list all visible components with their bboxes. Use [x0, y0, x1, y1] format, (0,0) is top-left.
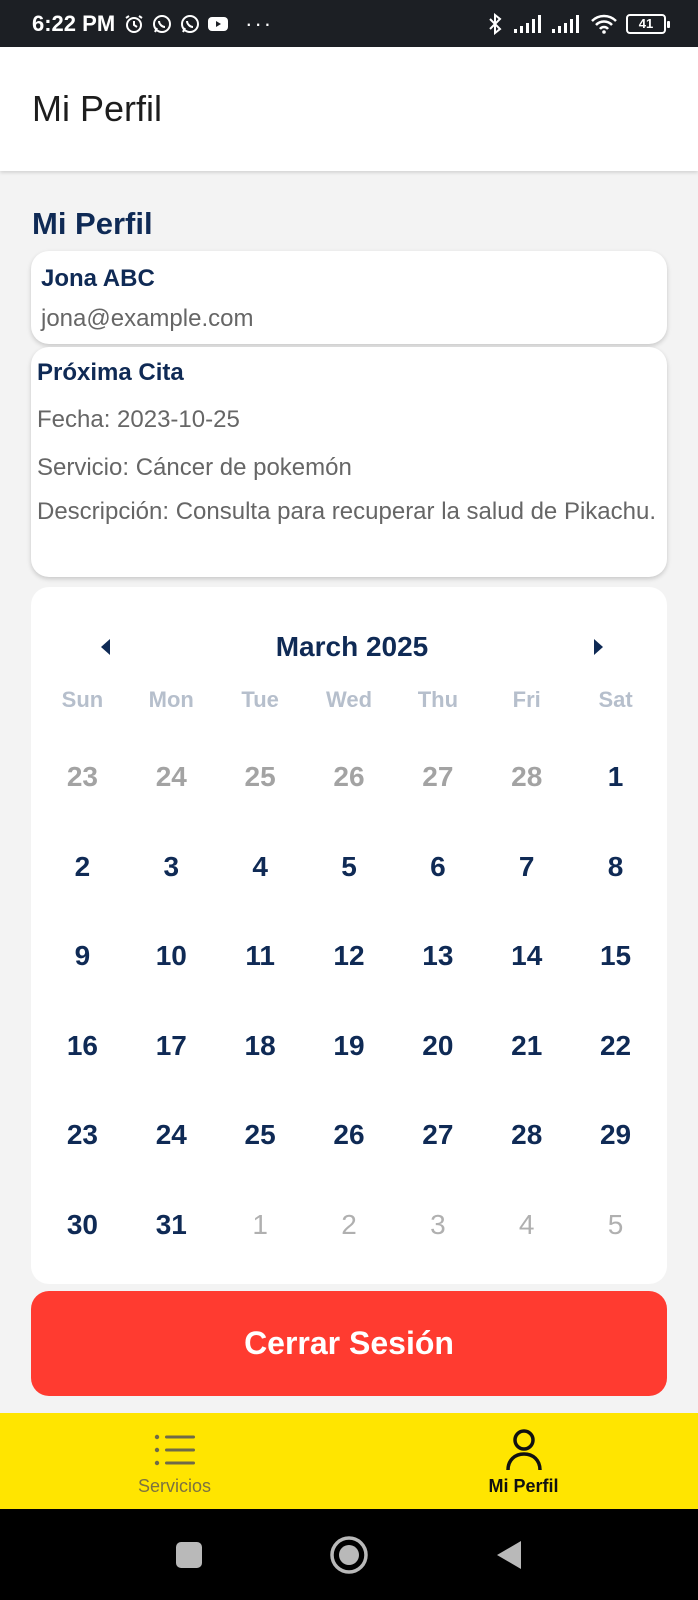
calendar-day[interactable]: 14	[482, 916, 571, 1006]
calendar-day[interactable]: 3	[393, 1185, 482, 1275]
calendar-day[interactable]: 11	[216, 916, 305, 1006]
calendar-day[interactable]: 28	[482, 1095, 571, 1185]
alarm-icon	[123, 13, 145, 35]
calendar-day[interactable]: 29	[571, 1095, 660, 1185]
whatsapp-icon	[179, 13, 201, 35]
calendar-day[interactable]: 24	[127, 737, 216, 827]
user-name: Jona ABC	[41, 265, 155, 292]
whatsapp-icon	[151, 13, 173, 35]
weekday-label: Wed	[325, 687, 373, 712]
calendar-day[interactable]: 17	[127, 1006, 216, 1096]
user-info-card: Jona ABC jona@example.com	[31, 251, 667, 344]
calendar-day[interactable]: 10	[127, 916, 216, 1006]
calendar-day[interactable]: 26	[305, 737, 394, 827]
status-bar: 6:22 PM ··· 41	[0, 0, 698, 47]
more-notifications: ···	[245, 10, 274, 36]
system-navigation-bar	[0, 1509, 698, 1600]
logout-button[interactable]: Cerrar Sesión	[31, 1291, 667, 1396]
next-appointment-card: Próxima Cita Fecha: 2023-10-25 Servicio:…	[31, 347, 667, 577]
calendar-day[interactable]: 18	[216, 1006, 305, 1096]
calendar-day[interactable]: 16	[38, 1006, 127, 1096]
calendar-day[interactable]: 23	[38, 1095, 127, 1185]
calendar-day[interactable]: 15	[571, 916, 660, 1006]
calendar-day[interactable]: 4	[216, 827, 305, 917]
calendar-weekdays: Sun Mon Tue Wed Thu Fri Sat	[38, 687, 660, 713]
calendar-day[interactable]: 21	[482, 1006, 571, 1096]
calendar-day[interactable]: 9	[38, 916, 127, 1006]
calendar-day[interactable]: 27	[393, 1095, 482, 1185]
profile-section-title: Mi Perfil	[32, 206, 153, 241]
nav-item-servicios[interactable]: Servicios	[0, 1413, 349, 1509]
calendar-day[interactable]: 3	[127, 827, 216, 917]
next-month-arrow-icon[interactable]	[589, 635, 609, 659]
appointment-service: Servicio: Cáncer de pokemón	[37, 454, 352, 481]
calendar-day[interactable]: 13	[393, 916, 482, 1006]
battery-icon: 41	[626, 13, 670, 34]
calendar-day[interactable]: 8	[571, 827, 660, 917]
nav-item-mi-perfil[interactable]: Mi Perfil	[349, 1413, 698, 1509]
calendar-day[interactable]: 31	[127, 1185, 216, 1275]
calendar-day[interactable]: 30	[38, 1185, 127, 1275]
weekday-label: Tue	[241, 687, 279, 712]
youtube-icon	[207, 13, 229, 35]
calendar-header: March 2025	[31, 627, 667, 667]
calendar-day[interactable]: 20	[393, 1006, 482, 1096]
recents-square-icon[interactable]	[109, 1509, 269, 1600]
calendar: March 2025 Sun Mon Tue Wed Thu Fri Sat 23 24 25 2…	[31, 587, 667, 1284]
back-triangle-icon[interactable]	[429, 1509, 589, 1600]
calendar-day[interactable]: 22	[571, 1006, 660, 1096]
calendar-day[interactable]: 1	[571, 737, 660, 827]
calendar-day[interactable]: 25	[216, 737, 305, 827]
calendar-day[interactable]: 19	[305, 1006, 394, 1096]
calendar-days-grid: 23 24 25 26 27 28 1 2 3 4 5 6 7 8 9 10 11 12 13 14 15 16 17 18 1…	[38, 737, 660, 1274]
calendar-day[interactable]: 27	[393, 737, 482, 827]
appointment-description: Descripción: Consulta para recuperar la …	[37, 498, 656, 525]
nav-label-servicios: Servicios	[137, 1475, 212, 1496]
home-circle-icon[interactable]	[269, 1509, 429, 1600]
weekday-label: Mon	[148, 687, 194, 712]
app-bar: Mi Perfil	[0, 47, 698, 171]
nav-label-mi-perfil: Mi Perfil	[488, 1475, 559, 1496]
calendar-day[interactable]: 6	[393, 827, 482, 917]
calendar-day[interactable]: 2	[305, 1185, 394, 1275]
appointment-heading: Próxima Cita	[37, 359, 184, 386]
calendar-day[interactable]: 25	[216, 1095, 305, 1185]
system-status-icons: 41	[484, 12, 670, 35]
calendar-day[interactable]: 4	[482, 1185, 571, 1275]
weekday-label: Thu	[417, 687, 459, 712]
calendar-day[interactable]: 28	[482, 737, 571, 827]
calendar-day[interactable]: 12	[305, 916, 394, 1006]
wifi-icon	[590, 13, 618, 35]
list-icon	[151, 1426, 199, 1474]
notification-icons: ···	[123, 11, 273, 37]
calendar-day[interactable]: 5	[571, 1185, 660, 1275]
weekday-label: Sat	[598, 687, 633, 712]
calendar-day[interactable]: 26	[305, 1095, 394, 1185]
calendar-day[interactable]: 5	[305, 827, 394, 917]
app-bar-title: Mi Perfil	[32, 88, 163, 129]
weekday-label: Sun	[61, 687, 104, 712]
status-time: 6:22 PM	[32, 10, 116, 36]
calendar-day[interactable]: 7	[482, 827, 571, 917]
person-icon	[500, 1426, 548, 1474]
calendar-day[interactable]: 23	[38, 737, 127, 827]
appointment-date: Fecha: 2023-10-25	[37, 406, 240, 433]
signal-icon	[514, 13, 544, 35]
signal-icon	[552, 13, 582, 35]
prev-month-arrow-icon[interactable]	[95, 635, 115, 659]
calendar-day[interactable]: 2	[38, 827, 127, 917]
bluetooth-icon	[484, 12, 506, 35]
bottom-navigation: Servicios Mi Perfil	[0, 1413, 698, 1509]
calendar-day[interactable]: 24	[127, 1095, 216, 1185]
user-email: jona@example.com	[41, 305, 254, 332]
weekday-label: Fri	[512, 687, 541, 712]
calendar-month-label: March 2025	[275, 631, 429, 662]
calendar-day[interactable]: 1	[216, 1185, 305, 1275]
